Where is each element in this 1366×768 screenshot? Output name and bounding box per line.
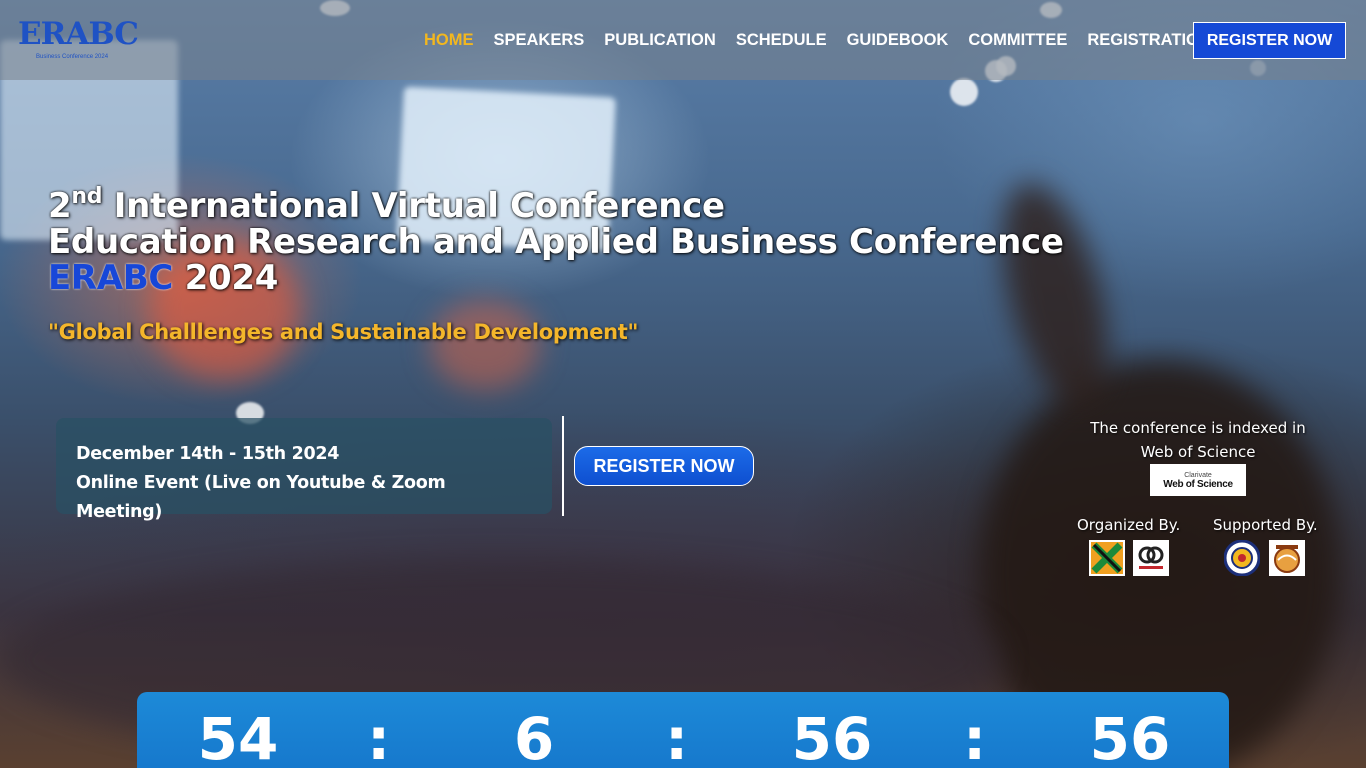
countdown-timer: 54 : 6 : 56 : 56 — [137, 692, 1229, 768]
erabc-logo[interactable]: ERABC Business Conference 2024 — [18, 18, 143, 64]
event-year: 2024 — [184, 258, 279, 298]
hero-title-line1: 2nd International Virtual Conference — [48, 186, 1064, 226]
organizer-logo-generasi — [1133, 540, 1169, 576]
countdown-days: 54 — [197, 705, 279, 768]
supporter-seal-icon — [1224, 540, 1260, 576]
generasi-rings-icon — [1138, 546, 1164, 569]
logo-subtext: Business Conference 2024 — [36, 54, 109, 60]
countdown-minutes: 56 — [791, 705, 873, 768]
hero-title-line2: Education Research and Applied Business … — [48, 222, 1064, 262]
countdown-separator-1: : — [367, 705, 391, 768]
indexing-info: The conference is indexed in Web of Scie… — [1080, 416, 1316, 464]
event-location: Online Event (Live on Youtube & Zoom Mee… — [76, 473, 446, 522]
wos-text: Web of Science — [1163, 479, 1233, 490]
brand-name: ERABC — [48, 258, 174, 298]
event-info-box: December 14th - 15th 2024 Online Event (… — [56, 418, 552, 522]
ordinal-suffix: nd — [71, 184, 103, 209]
nav-item-home[interactable]: HOME — [424, 31, 474, 50]
title-line1-text: International Virtual Conference — [113, 186, 725, 226]
ordinal-number: 2 — [48, 186, 72, 226]
nav-item-guidebook[interactable]: GUIDEBOOK — [847, 31, 949, 50]
countdown-seconds: 56 — [1089, 705, 1171, 768]
nav-register-now-button[interactable]: REGISTER NOW — [1193, 22, 1346, 59]
organizer-logo-1 — [1089, 540, 1125, 576]
nav-item-speakers[interactable]: SPEAKERS — [494, 31, 585, 50]
hero-title: 2nd International Virtual Conference Edu… — [48, 186, 1064, 297]
indexed-line2: Web of Science — [1140, 443, 1256, 461]
supporter-logo-2 — [1269, 540, 1305, 576]
supported-by-label: Supported By. — [1213, 516, 1318, 534]
event-date: December 14th - 15th 2024 — [76, 444, 340, 464]
logo-text: ERABC — [18, 16, 139, 52]
countdown-separator-3: : — [963, 705, 987, 768]
supporter-logo-1 — [1224, 540, 1260, 576]
hero-register-now-button[interactable]: REGISTER NOW — [574, 446, 754, 486]
supporter-emblem-icon — [1274, 545, 1300, 573]
nav-item-publication[interactable]: PUBLICATION — [604, 31, 716, 50]
top-navbar: ERABC Business Conference 2024 HOME SPEA… — [0, 0, 1366, 80]
nav-item-schedule[interactable]: SCHEDULE — [736, 31, 827, 50]
hero-tagline: "Global Challlenges and Sustainable Deve… — [48, 320, 639, 344]
hero-background-image — [0, 0, 1366, 768]
hero-title-line3: ERABC 2024 — [48, 260, 1064, 296]
organizer-x-icon — [1091, 542, 1123, 574]
vertical-divider — [562, 416, 564, 516]
organized-by-label: Organized By. — [1077, 516, 1181, 534]
web-of-science-logo: Clarivate Web of Science — [1150, 464, 1246, 496]
indexed-line1: The conference is indexed in — [1090, 419, 1306, 437]
countdown-hours: 6 — [513, 705, 555, 768]
main-menu: HOME SPEAKERS PUBLICATION SCHEDULE GUIDE… — [424, 31, 1211, 50]
nav-item-committee[interactable]: COMMITTEE — [968, 31, 1067, 50]
countdown-separator-2: : — [665, 705, 689, 768]
